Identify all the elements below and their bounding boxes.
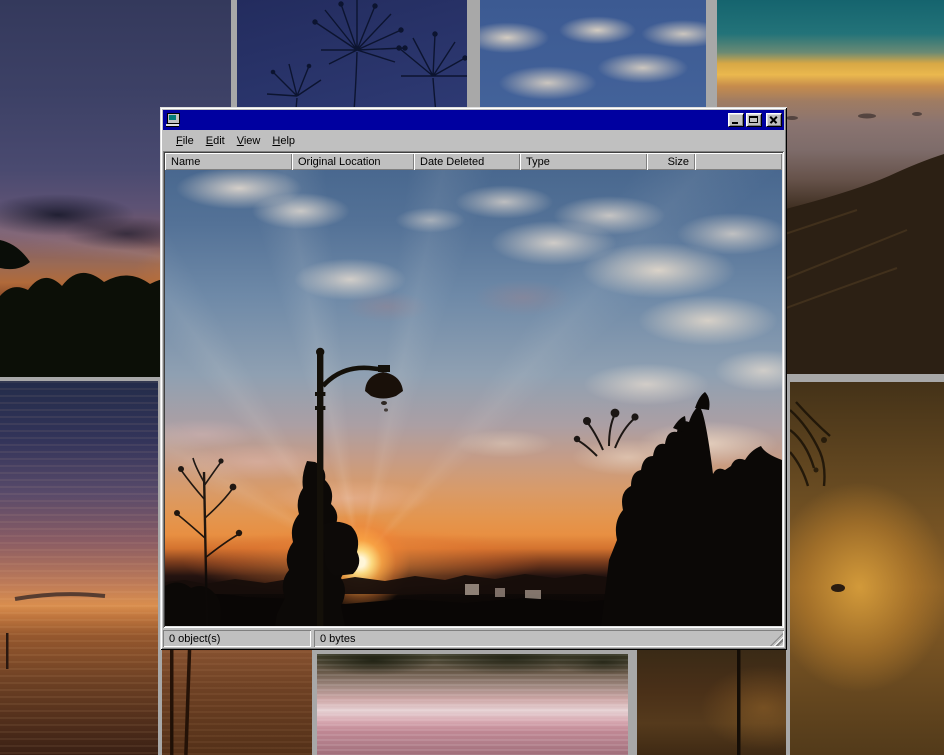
menu-help[interactable]: Help [266, 132, 301, 150]
menu-bar: File Edit View Help [163, 130, 784, 151]
resize-grip[interactable] [770, 633, 783, 646]
maximize-button[interactable] [746, 113, 762, 127]
bg-photo-golden-blur [790, 382, 944, 755]
status-objects: 0 object(s) [163, 630, 311, 647]
desktop: File Edit View Help Name Original Locati… [0, 0, 944, 755]
branch-silhouette [790, 382, 944, 755]
photo-silhouettes [165, 170, 782, 626]
bg-photo-pink-reflection [317, 654, 628, 755]
minimize-button[interactable] [728, 113, 744, 127]
column-header-size[interactable]: Size [647, 153, 695, 170]
status-bytes-text: 0 bytes [320, 633, 355, 645]
status-bytes: 0 bytes [314, 630, 784, 647]
status-bar: 0 object(s) 0 bytes [163, 630, 784, 647]
menu-edit[interactable]: Edit [200, 132, 231, 150]
titlebar[interactable] [163, 110, 784, 130]
bg-photo-water-sunset [0, 381, 158, 755]
menu-file[interactable]: File [170, 132, 200, 150]
menu-view[interactable]: View [231, 132, 267, 150]
column-header-row: Name Original Location Date Deleted Type… [165, 153, 782, 170]
column-header-type[interactable]: Type [520, 153, 647, 170]
list-view[interactable]: Name Original Location Date Deleted Type… [163, 151, 784, 628]
pole-silhouette [637, 650, 786, 755]
column-header-name[interactable]: Name [165, 153, 292, 170]
close-button[interactable] [766, 113, 782, 127]
maximize-icon [749, 116, 758, 123]
bg-photo-amber-pole [637, 650, 786, 755]
listview-background-photo [165, 170, 782, 626]
computer-icon[interactable] [165, 112, 181, 128]
column-header-date-deleted[interactable]: Date Deleted [414, 153, 520, 170]
recycle-bin-window: File Edit View Help Name Original Locati… [160, 107, 787, 650]
column-header-original-location[interactable]: Original Location [292, 153, 414, 170]
water-details [0, 381, 158, 755]
minimize-icon [732, 122, 738, 124]
column-header-filler [695, 153, 782, 170]
